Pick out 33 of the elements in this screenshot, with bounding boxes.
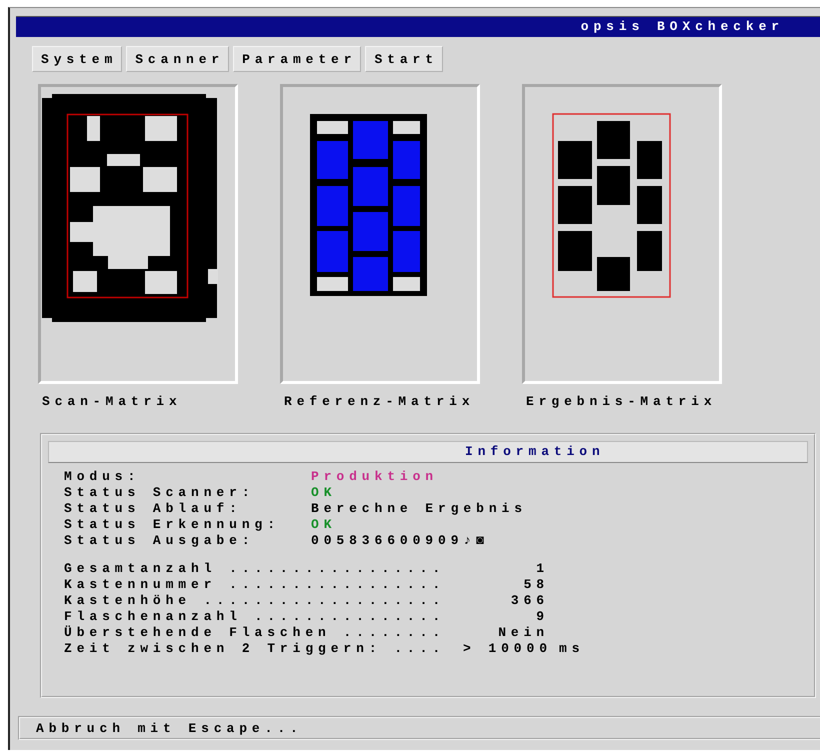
field-value: Produktion [311,469,438,485]
field-label: Status Ausgabe: [64,533,256,549]
field-value: OK [311,485,336,501]
matrix-label: Ergebnis-Matrix [526,394,717,409]
field-value: Berechne Ergebnis [311,501,527,517]
matrix-label: Referenz-Matrix [284,394,475,409]
field-value: OK [311,517,336,533]
counter-value: 366 [510,593,549,609]
status-bar: Abbruch mit Escape... [18,716,820,740]
counter-label: Flaschenanzahl ............... [64,609,446,625]
counter-value: > 10000 [463,641,549,657]
unit-label: ms [558,641,586,657]
counter-label: Überstehende Flaschen ........ [64,625,446,641]
counter-label: Kastenhöhe ................... [64,593,446,609]
counter-value: 58 [522,577,549,593]
menu-item[interactable]: Parameter [233,46,362,72]
counter-value: 1 [535,561,549,577]
counter-label: Kastennummer ................. [64,577,446,593]
menu-item[interactable]: Start [365,46,443,72]
panel-title: Information [48,441,808,463]
matrix-label: Scan-Matrix [42,394,182,409]
menu-item[interactable]: Scanner [126,46,230,72]
counter-label: Gesamtanzahl ................. [64,561,446,577]
field-label: Modus: [64,469,142,485]
field-label: Status Ablauf: [64,501,243,517]
counter-label: Zeit zwischen 2 Triggern: .... [64,641,446,657]
counter-value: 9 [535,609,549,625]
window-title: opsis BOXchecker [16,16,820,37]
field-value: 005836600909♪◙ [311,533,489,549]
counter-value: Nein [497,625,549,641]
field-label: Status Erkennung: [64,517,281,533]
menu-item[interactable]: System [32,46,122,72]
field-label: Status Scanner: [64,485,256,501]
